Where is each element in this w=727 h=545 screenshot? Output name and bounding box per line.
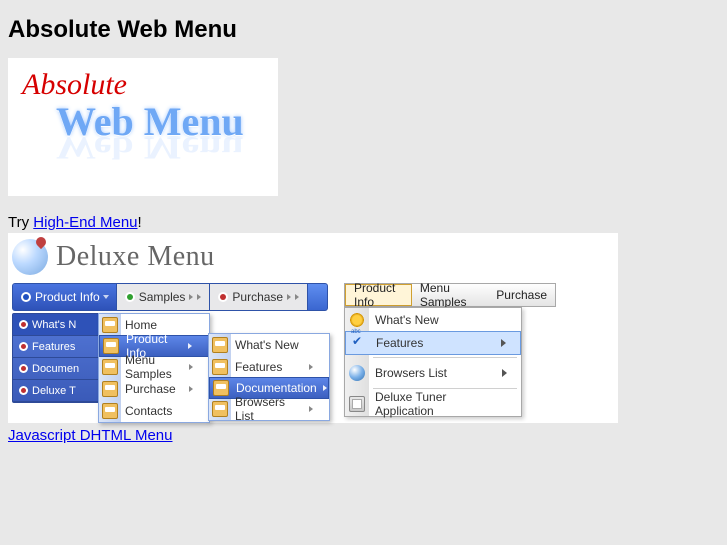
- chevron-right-icon: [502, 369, 507, 377]
- spellcheck-icon: [350, 335, 366, 351]
- bullet-icon: [19, 386, 28, 395]
- page-icon: [102, 317, 118, 333]
- gray-menubar: Product Info Menu Samples Purchase: [344, 283, 556, 307]
- chevron-down-icon: [103, 295, 109, 299]
- globe-icon: [349, 365, 365, 381]
- page-icon: [212, 401, 228, 417]
- menu-item-features[interactable]: Features: [13, 336, 99, 358]
- label: Deluxe T: [32, 385, 76, 397]
- flyout-item-browsers-list[interactable]: Browsers List: [209, 398, 329, 420]
- label: Documentation: [236, 381, 317, 395]
- page-icon: [102, 359, 118, 375]
- deluxe-title: Deluxe Menu: [56, 241, 215, 273]
- chevron-right-icon: [501, 339, 506, 347]
- gpanel-whats-new[interactable]: What's New: [345, 308, 521, 332]
- flyout-1: Home Product Info Menu Samples Purchase …: [98, 313, 210, 423]
- application-icon: [349, 396, 365, 412]
- label: Product Info: [35, 290, 100, 304]
- chevron-icon: [189, 294, 193, 300]
- separator: [373, 388, 517, 389]
- label: Features: [235, 360, 282, 374]
- chevron-right-icon: [309, 406, 313, 412]
- gray-dropdown: What's New Features Browsers List Deluxe…: [344, 307, 522, 417]
- label: Menu Samples: [125, 353, 183, 381]
- flyout-item-contacts[interactable]: Contacts: [99, 400, 209, 422]
- chevron-right-icon: [309, 364, 313, 370]
- page-icon: [212, 337, 228, 353]
- flyout-item-whats-new[interactable]: What's New: [209, 334, 329, 356]
- gbar-menu-samples[interactable]: Menu Samples: [412, 284, 488, 306]
- label: Samples: [139, 290, 186, 304]
- chevron-right-icon: [323, 385, 327, 391]
- chevron-icon: [197, 294, 201, 300]
- demo-image: Deluxe Menu Product Info Samples Purchas…: [8, 233, 618, 423]
- gbar-product-info[interactable]: Product Info: [345, 284, 412, 306]
- try-link[interactable]: High-End Menu: [33, 214, 137, 231]
- flyout-item-menu-samples[interactable]: Menu Samples: [99, 356, 209, 378]
- menubar-item-product-info[interactable]: Product Info: [13, 284, 117, 310]
- chevron-icon: [295, 294, 299, 300]
- menubar-item-samples[interactable]: Samples: [117, 284, 211, 310]
- label: Features: [32, 341, 75, 353]
- label: What's N: [32, 319, 76, 331]
- gpanel-deluxe-tuner[interactable]: Deluxe Tuner Application: [345, 392, 521, 416]
- label: Deluxe Tuner Application: [375, 390, 507, 418]
- label: Documen: [32, 363, 79, 375]
- globe-icon: [12, 239, 48, 275]
- chevron-right-icon: [189, 386, 193, 392]
- label: What's New: [235, 338, 299, 352]
- flyout-2: What's New Features Documentation Browse…: [208, 333, 330, 421]
- radio-icon: [21, 292, 31, 302]
- gbar-purchase[interactable]: Purchase: [488, 284, 555, 306]
- flyout-item-features[interactable]: Features: [209, 356, 329, 378]
- chevron-icon: [287, 294, 291, 300]
- try-line: Try High-End Menu!: [8, 214, 719, 231]
- logo-image: Absolute Web Menu Web Menu: [8, 58, 278, 196]
- label: Contacts: [125, 404, 172, 418]
- page-icon: [102, 381, 118, 397]
- label: Features: [376, 336, 423, 350]
- star-icon: [349, 312, 365, 328]
- flyout-item-purchase[interactable]: Purchase: [99, 378, 209, 400]
- radio-icon: [125, 292, 135, 302]
- bullet-icon: [19, 342, 28, 351]
- logo-line1: Absolute: [22, 68, 264, 102]
- page-icon: [103, 338, 119, 354]
- chevron-right-icon: [188, 343, 192, 349]
- try-suffix: !: [138, 214, 142, 231]
- try-prefix: Try: [8, 214, 33, 231]
- gpanel-features[interactable]: Features: [345, 331, 521, 355]
- chevron-right-icon: [189, 364, 193, 370]
- label: What's New: [375, 313, 439, 327]
- menubar-item-purchase[interactable]: Purchase: [210, 284, 308, 310]
- logo-reflection: Web Menu: [56, 130, 264, 168]
- page-icon: [212, 359, 228, 375]
- menu-item-documen[interactable]: Documen: [13, 358, 99, 380]
- label: Purchase: [125, 382, 176, 396]
- label: Browsers List: [235, 395, 303, 423]
- menu-item-whats-new[interactable]: What's N: [13, 314, 99, 336]
- label: Purchase: [232, 290, 283, 304]
- label: Browsers List: [375, 366, 447, 380]
- bottom-link[interactable]: Javascript DHTML Menu: [8, 427, 173, 444]
- label: Home: [125, 318, 157, 332]
- bullet-icon: [19, 364, 28, 373]
- menu-item-deluxet[interactable]: Deluxe T: [13, 380, 99, 402]
- blue-menubar: Product Info Samples Purchase: [12, 283, 328, 311]
- radio-icon: [218, 292, 228, 302]
- gpanel-browsers-list[interactable]: Browsers List: [345, 361, 521, 385]
- page-title: Absolute Web Menu: [8, 16, 719, 44]
- bullet-icon: [19, 320, 28, 329]
- separator: [373, 357, 517, 358]
- page-icon: [102, 403, 118, 419]
- blue-vertical-menu: What's N Features Documen Deluxe T: [12, 313, 100, 403]
- page-icon: [213, 380, 229, 396]
